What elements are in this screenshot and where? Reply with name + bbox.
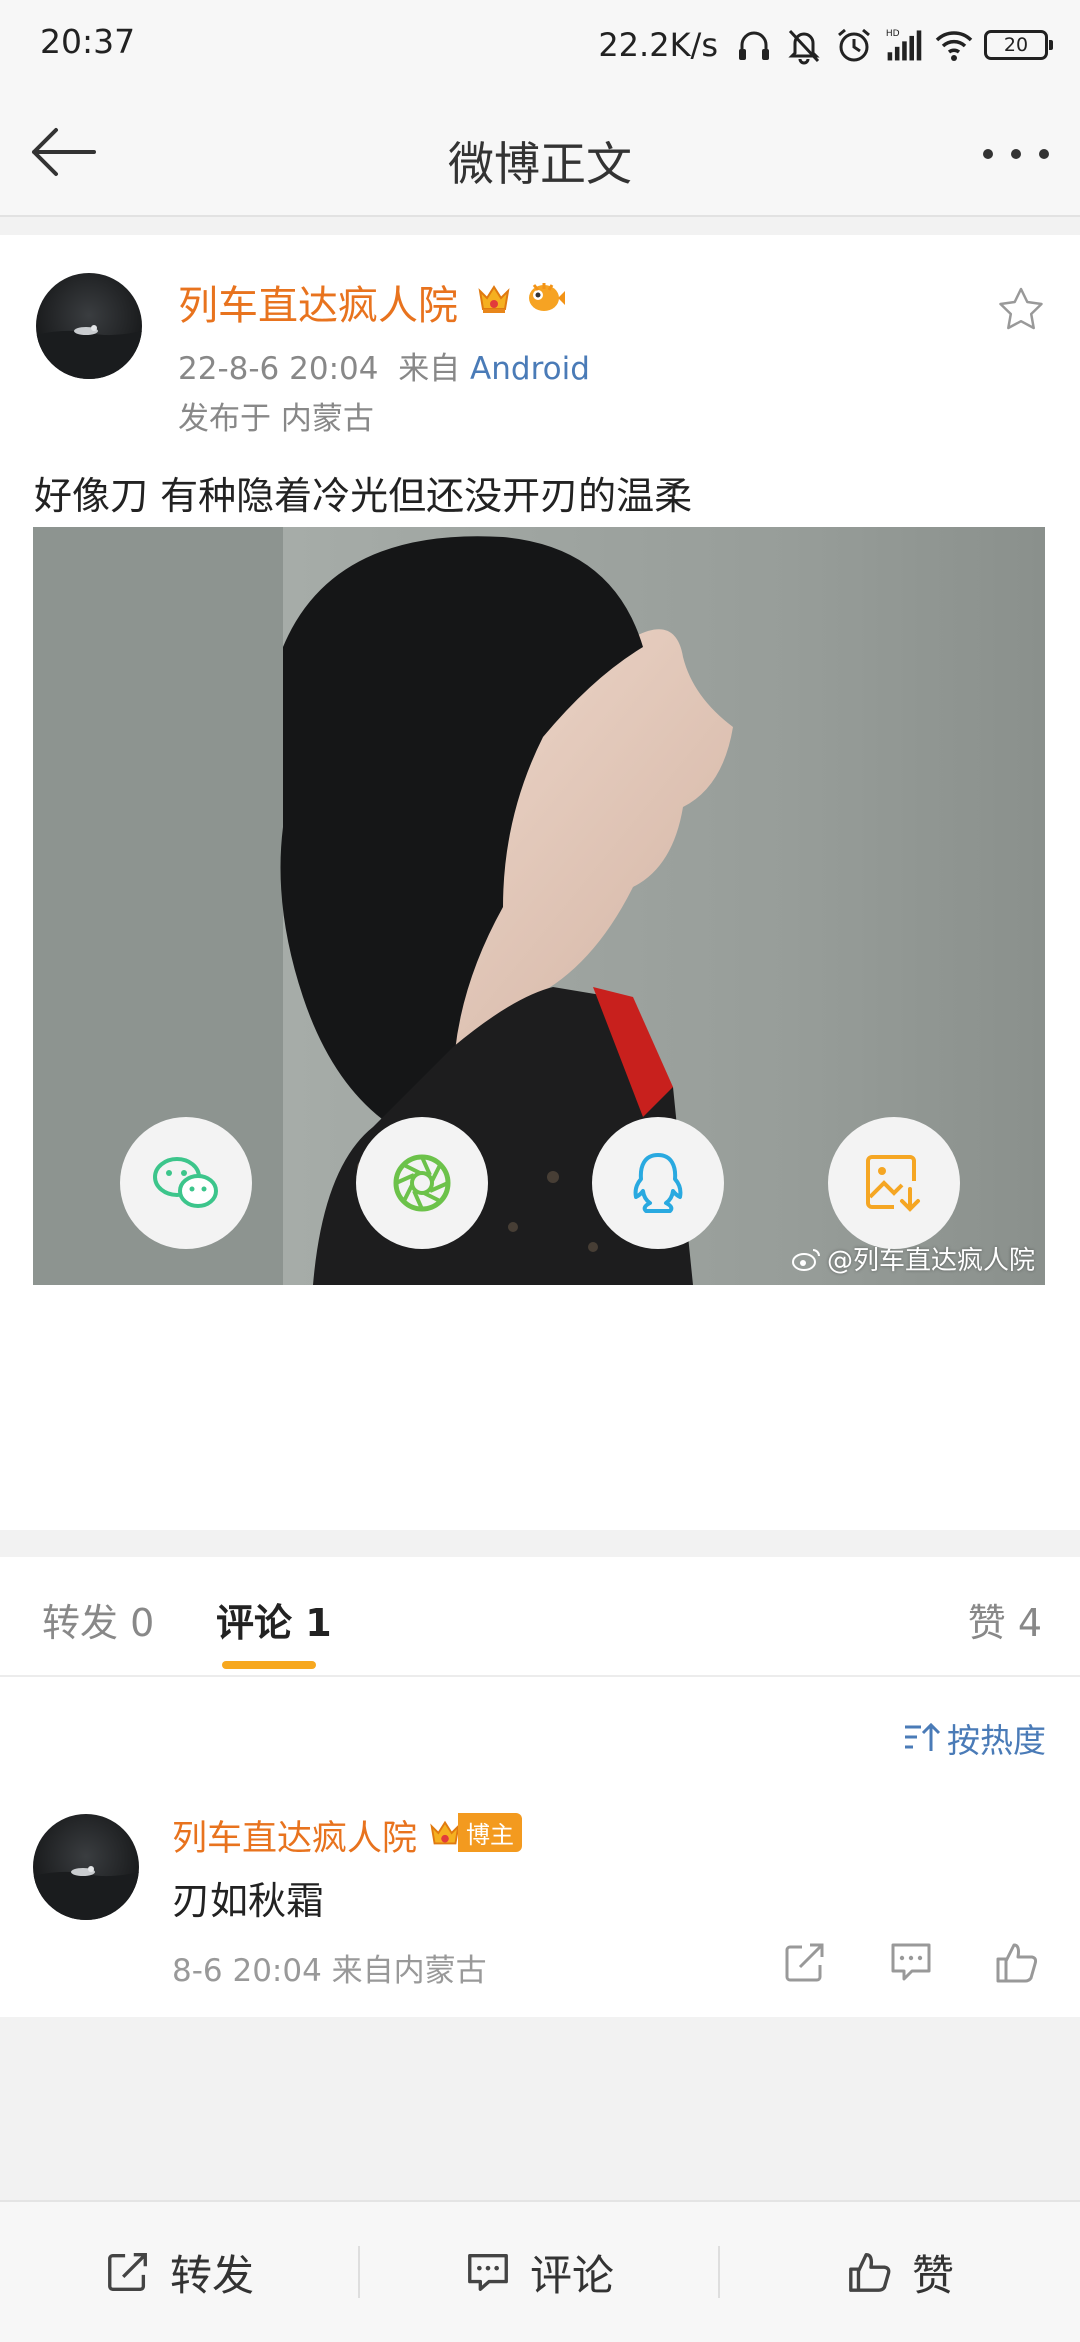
status-icons: 22.2K/s HD 20 [598, 20, 1053, 70]
tab-repost[interactable]: 转发 0 [42, 1592, 154, 1647]
post-source-prefix: 来自 [398, 351, 461, 387]
mute-bell-icon [788, 29, 820, 65]
post-location: 发布于 内蒙古 [178, 401, 374, 437]
share-wechat-button[interactable] [120, 1117, 252, 1249]
comment-repost-icon[interactable] [780, 1937, 830, 1987]
comments-panel: 转发 0 评论 1 赞 4 按热度 列车直达疯人院 博主 刃如秋霜 8-6 20… [0, 1557, 1080, 2017]
repost-button[interactable]: 转发 [0, 2202, 358, 2342]
sort-toggle[interactable]: 按热度 [903, 1714, 1046, 1762]
comment-like-icon[interactable] [992, 1937, 1042, 1987]
comment-icon [468, 2254, 508, 2291]
comment-author[interactable]: 列车直达疯人院 [172, 1810, 417, 1861]
post-meta: 22-8-6 20:04 来自 Android [178, 343, 590, 388]
status-bar: 20:37 22.2K/s HD 20 [0, 0, 1080, 90]
bottom-action-bar: 转发 评论 赞 [0, 2200, 1080, 2342]
tabs-divider [0, 1675, 1080, 1677]
post-card: 列车直达疯人院 22-8-6 20:04 来自 Android 发布于 内蒙古 … [0, 235, 1080, 1530]
author-name[interactable]: 列车直达疯人院 [178, 273, 458, 331]
comment-button[interactable]: 评论 [360, 2202, 718, 2342]
network-speed: 22.2K/s [598, 26, 718, 64]
like-button[interactable]: 赞 [720, 2202, 1080, 2342]
weibo-logo-icon [791, 1248, 820, 1271]
post-text: 好像刀 有种隐着冷光但还没开刃的温柔 [34, 474, 693, 518]
comment-text: 刃如秋霜 [172, 1879, 325, 1923]
save-image-icon [866, 1155, 920, 1212]
more-options-icon[interactable] [976, 142, 1056, 166]
sort-icon [905, 1722, 941, 1751]
wifi-icon [935, 31, 973, 61]
repost-icon [108, 2253, 147, 2291]
wechat-icon [153, 1157, 218, 1208]
save-image-button[interactable] [828, 1117, 960, 1249]
comment-avatar[interactable] [33, 1814, 139, 1920]
author-avatar[interactable] [36, 273, 142, 379]
tab-like[interactable]: 赞 4 [968, 1592, 1042, 1647]
favorite-star-icon[interactable] [996, 285, 1046, 335]
post-date: 22-8-6 20:04 [178, 351, 379, 387]
qq-icon [633, 1153, 683, 1213]
nav-bar: 微博正文 [0, 90, 1080, 217]
network-label: HD [886, 29, 900, 39]
crown-badge-icon [478, 285, 510, 313]
active-tab-indicator [222, 1661, 316, 1669]
page-title: 微博正文 [448, 137, 632, 191]
status-time: 20:37 [40, 22, 136, 61]
post-source[interactable]: Android [470, 351, 590, 387]
share-moments-button[interactable] [356, 1117, 488, 1249]
tab-comment[interactable]: 评论 1 [216, 1592, 332, 1647]
comment-label: 评论 [529, 2250, 614, 2300]
thumbs-up-icon [849, 2253, 891, 2292]
author-badge: 博主 [426, 1812, 522, 1852]
comment-meta: 8-6 20:04 来自内蒙古 [172, 1953, 487, 1989]
alarm-icon [838, 28, 870, 62]
sort-label: 按热度 [947, 1721, 1046, 1760]
headphones-icon [739, 31, 769, 60]
author-badge-label: 博主 [458, 1812, 522, 1852]
comment-reply-icon[interactable] [886, 1937, 936, 1987]
watermark-text: @列车直达疯人院 [826, 1246, 1035, 1276]
share-qq-button[interactable] [592, 1117, 724, 1249]
battery-level: 20 [1003, 34, 1029, 56]
moments-icon [393, 1154, 451, 1212]
battery-icon: 20 [984, 30, 1053, 60]
repost-label: 转发 [169, 2250, 254, 2300]
like-label: 赞 [911, 2250, 954, 2300]
fish-badge-icon [529, 283, 565, 311]
signal-icon: HD [886, 29, 922, 61]
